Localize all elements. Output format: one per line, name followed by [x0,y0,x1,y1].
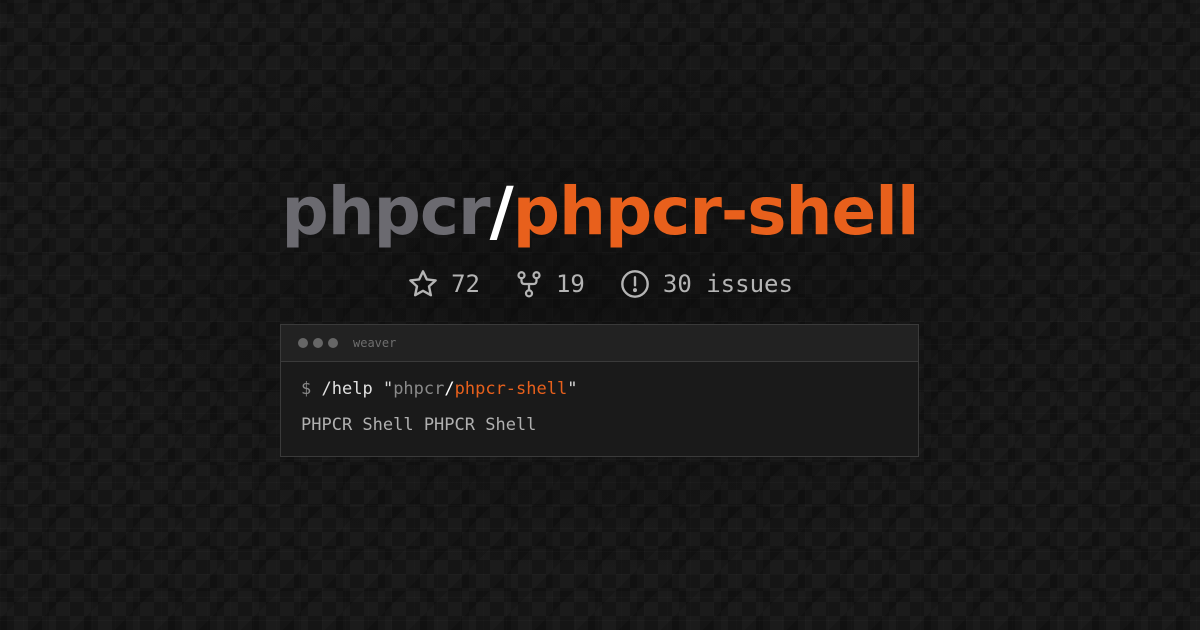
command-line: $ /help "phpcr/phpcr-shell" [301,379,898,399]
terminal-output: PHPCR Shell PHPCR Shell [301,415,537,435]
command-arg-repo: phpcr-shell [454,379,568,399]
window-dot-icon [298,338,308,348]
window-dot-icon [313,338,323,348]
command-arg-separator: / [444,379,455,399]
background-texture [0,0,1200,630]
repo-stats: 72 19 30 issues [0,264,1200,304]
terminal-command: /help [321,379,373,399]
repo-owner: phpcr [281,173,490,250]
repo-separator: / [489,173,514,250]
stars-count: 72 [451,270,480,298]
fork-icon [514,269,544,299]
repo-title: phpcr/phpcr-shell [0,172,1200,252]
forks-count: 19 [555,270,585,298]
command-arg-owner: phpcr [393,379,445,399]
terminal-prompt: $ [301,379,312,399]
quote-close: " [567,379,578,399]
terminal-body: $ /help "phpcr/phpcr-shell" PHPCR Shell … [281,362,918,435]
social-card: phpcr/phpcr-shell 72 19 30 issues weaver… [0,0,1200,630]
terminal-title: weaver [353,336,397,350]
issues-stat: 30 issues [619,268,793,300]
forks-stat: 19 [514,269,585,299]
terminal-titlebar: weaver [281,325,918,362]
issues-count: 30 issues [662,270,793,298]
window-dot-icon [328,338,338,348]
star-icon [407,268,439,300]
issue-icon [619,268,651,300]
stars-stat: 72 [407,268,480,300]
quote-open: " [382,379,394,399]
repo-name: phpcr-shell [512,173,920,250]
terminal-window: weaver $ /help "phpcr/phpcr-shell" PHPCR… [280,324,919,457]
